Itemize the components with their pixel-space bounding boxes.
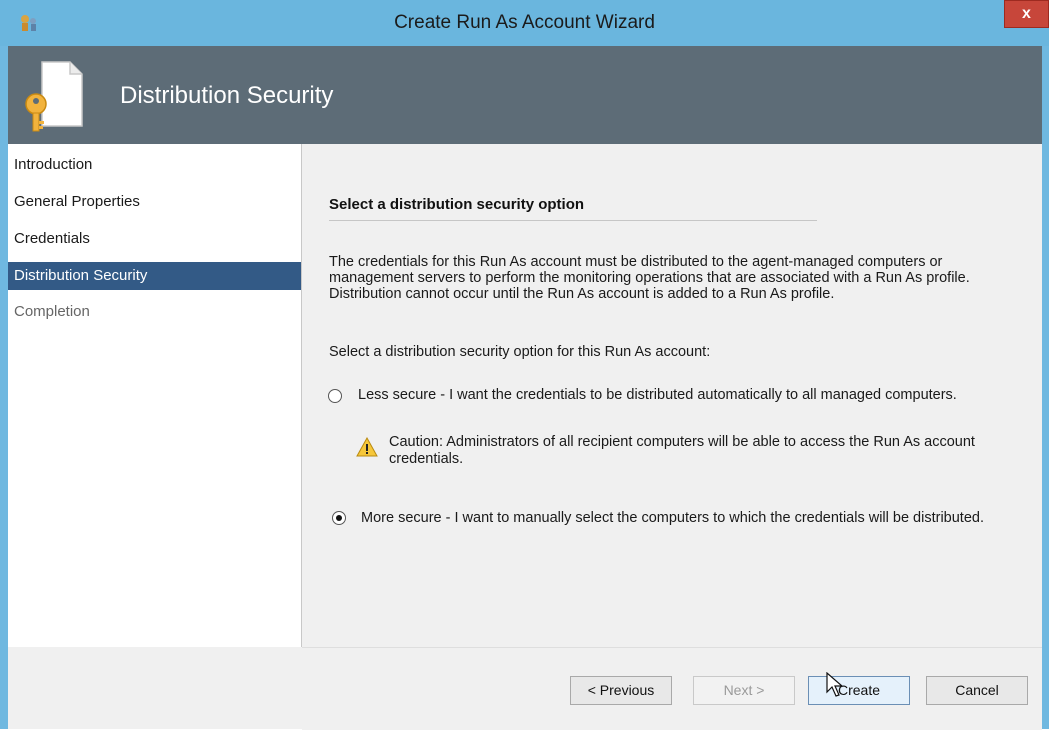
document-key-icon xyxy=(25,61,83,132)
previous-button[interactable]: < Previous xyxy=(570,676,672,705)
sidebar-item-credentials[interactable]: Credentials xyxy=(8,225,301,253)
page-title: Distribution Security xyxy=(120,82,334,109)
mouse-pointer-icon xyxy=(826,672,844,697)
title-bar[interactable]: Create Run As Account Wizard x xyxy=(0,0,1049,46)
caution-text: Caution: Administrators of all recipient… xyxy=(389,434,975,467)
radio-selected-dot xyxy=(336,515,342,521)
footer-left-area xyxy=(8,647,302,729)
cancel-button[interactable]: Cancel xyxy=(926,676,1028,705)
less-secure-radio[interactable] xyxy=(328,389,342,403)
section-divider xyxy=(329,220,817,221)
option-prompt: Select a distribution security option fo… xyxy=(329,344,711,360)
more-secure-radio[interactable] xyxy=(332,511,346,525)
wizard-window: Create Run As Account Wizard x Distribut… xyxy=(0,0,1049,730)
less-secure-label[interactable]: Less secure - I want the credentials to … xyxy=(358,387,958,404)
section-title: Select a distribution security option xyxy=(329,196,585,213)
create-button[interactable]: Create xyxy=(808,676,910,705)
sidebar-item-general-properties[interactable]: General Properties xyxy=(8,188,301,216)
more-secure-label[interactable]: More secure - I want to manually select … xyxy=(361,510,991,527)
window-title: Create Run As Account Wizard xyxy=(394,12,655,33)
sidebar-item-completion[interactable]: Completion xyxy=(8,298,301,326)
wizard-footer: < Previous Next > Create Cancel xyxy=(302,647,1042,730)
content-panel: Select a distribution security option Th… xyxy=(302,144,1042,647)
close-button[interactable]: x xyxy=(1004,0,1049,28)
sidebar-item-distribution-security[interactable]: Distribution Security xyxy=(8,262,301,290)
next-button[interactable]: Next > xyxy=(693,676,795,705)
wizard-steps-sidebar: Introduction General Properties Credenti… xyxy=(8,144,302,647)
warning-icon xyxy=(356,437,378,457)
description-text: The credentials for this Run As account … xyxy=(329,254,970,302)
sidebar-item-introduction[interactable]: Introduction xyxy=(8,151,301,179)
header-banner: Distribution Security xyxy=(8,46,1042,144)
